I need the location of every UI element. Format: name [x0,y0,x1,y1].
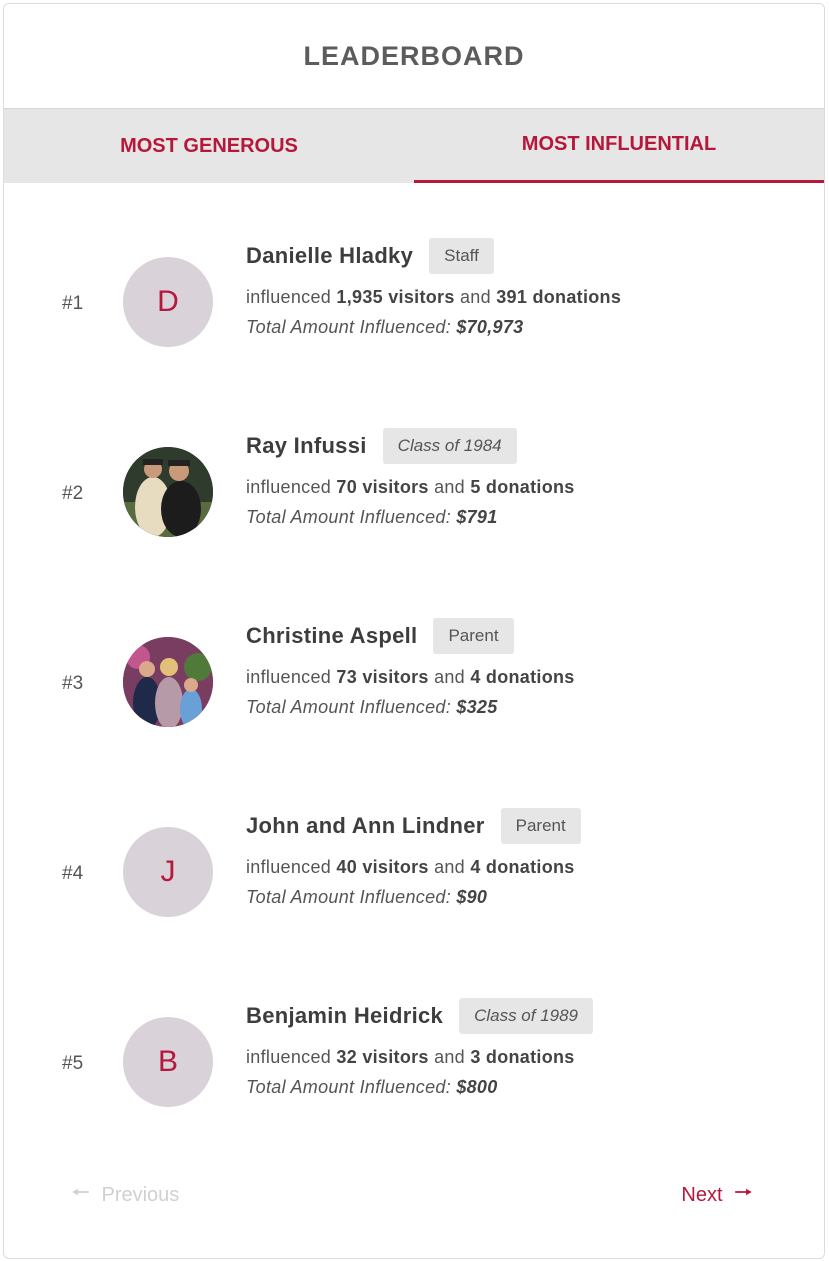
entry-total: Total Amount Influenced: $90 [246,887,804,908]
list-item: #5 B Benjamin Heidrick Class of 1989 inf… [4,971,824,1121]
list-item: #1 D Danielle Hladky Staff influenced 1,… [4,211,824,361]
profile-photo-icon [123,447,213,537]
rank-label: #4 [62,863,84,884]
influenced-text: influenced [246,857,332,877]
class-badge: Class of 1989 [459,998,594,1034]
entry-info: Danielle Hladky Staff influenced 1,935 v… [246,237,804,338]
total-amount: $325 [456,697,498,717]
total-amount: $791 [456,507,498,527]
avatar-photo[interactable] [123,637,213,727]
rank-label: #3 [62,673,84,694]
rank-label: #1 [62,293,84,314]
total-label: Total Amount Influenced: [246,1077,451,1097]
entry-info: Ray Infussi Class of 1984 influenced 70 … [246,427,804,528]
leaderboard-header: LEADERBOARD [4,4,824,109]
influenced-text: influenced [246,667,332,687]
donation-count: 4 donations [470,857,575,877]
total-amount: $800 [456,1077,498,1097]
avatar[interactable]: J [123,827,213,917]
total-label: Total Amount Influenced: [246,887,451,907]
entry-total: Total Amount Influenced: $800 [246,1077,804,1098]
total-label: Total Amount Influenced: [246,697,451,717]
entry-stats: influenced 40 visitors and 4 donations [246,857,804,878]
visitor-count: 32 visitors [336,1047,429,1067]
total-amount: $90 [456,887,488,907]
class-badge: Class of 1984 [382,428,517,464]
leaderboard-card: LEADERBOARD MOST GENEROUS MOST INFLUENTI… [3,3,825,1259]
donation-count: 4 donations [470,667,575,687]
entry-name[interactable]: Ray Infussi [246,433,367,459]
entry-name[interactable]: Benjamin Heidrick [246,1003,443,1029]
and-text: and [434,667,465,687]
entry-stats: influenced 1,935 visitors and 391 donati… [246,287,804,308]
tab-bar: MOST GENEROUS MOST INFLUENTIAL [4,109,824,183]
tab-most-influential[interactable]: MOST INFLUENTIAL [414,109,824,183]
visitor-count: 70 visitors [336,477,429,497]
visitor-count: 40 visitors [336,857,429,877]
role-badge: Parent [500,808,581,844]
avatar[interactable]: B [123,1017,213,1107]
entry-name[interactable]: Danielle Hladky [246,243,413,269]
pagination: 🠐 Previous Next 🠒 [4,1172,824,1212]
entry-info: Christine Aspell Parent influenced 73 vi… [246,617,804,718]
next-label: Next [681,1183,723,1206]
rank-label: #2 [62,483,84,504]
profile-photo-icon [123,637,213,727]
influenced-text: influenced [246,287,332,307]
role-badge: Parent [433,618,514,654]
previous-button[interactable]: 🠐 Previous [72,1178,179,1212]
next-button[interactable]: Next 🠒 [681,1178,752,1212]
influenced-text: influenced [246,477,332,497]
avatar-photo[interactable] [123,447,213,537]
previous-label: Previous [101,1183,180,1206]
donation-count: 391 donations [496,287,622,307]
entry-stats: influenced 70 visitors and 5 donations [246,477,804,498]
rank-label: #5 [62,1053,84,1074]
tab-most-generous[interactable]: MOST GENEROUS [4,109,414,183]
entry-info: John and Ann Lindner Parent influenced 4… [246,807,804,908]
influenced-text: influenced [246,1047,332,1067]
leaderboard-list: #1 D Danielle Hladky Staff influenced 1,… [4,183,824,1133]
entry-info: Benjamin Heidrick Class of 1989 influenc… [246,997,804,1098]
avatar[interactable]: D [123,257,213,347]
donation-count: 3 donations [470,1047,575,1067]
list-item: #4 J John and Ann Lindner Parent influen… [4,781,824,931]
and-text: and [434,1047,465,1067]
arrow-right-icon: 🠒 [734,1182,752,1204]
list-item: #2 Ray Infussi Class of 1984 influenced … [4,401,824,551]
entry-name[interactable]: Christine Aspell [246,623,417,649]
entry-total: Total Amount Influenced: $70,973 [246,317,804,338]
entry-name[interactable]: John and Ann Lindner [246,813,485,839]
entry-total: Total Amount Influenced: $325 [246,697,804,718]
and-text: and [459,287,491,307]
total-label: Total Amount Influenced: [246,507,451,527]
entry-total: Total Amount Influenced: $791 [246,507,804,528]
visitor-count: 73 visitors [336,667,429,687]
entry-stats: influenced 73 visitors and 4 donations [246,667,804,688]
arrow-left-icon: 🠐 [72,1182,90,1204]
total-label: Total Amount Influenced: [246,317,451,337]
page-title: LEADERBOARD [303,40,525,71]
role-badge: Staff [429,238,494,274]
and-text: and [434,857,465,877]
visitor-count: 1,935 visitors [336,287,455,307]
donation-count: 5 donations [470,477,575,497]
entry-stats: influenced 32 visitors and 3 donations [246,1047,804,1068]
list-item: #3 Christine Aspell Parent influenced 73… [4,591,824,741]
and-text: and [434,477,465,497]
total-amount: $70,973 [456,317,524,337]
